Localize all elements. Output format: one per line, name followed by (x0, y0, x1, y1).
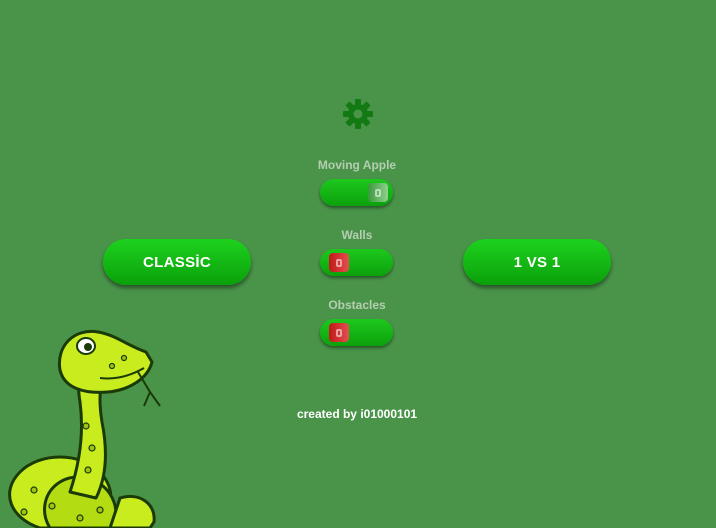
walls-label: Walls (341, 228, 373, 242)
credit-text: created by i01000101 (296, 407, 418, 421)
moving-apple-toggle[interactable] (320, 179, 393, 206)
toggle-knob (329, 323, 349, 342)
toggle-knob (329, 253, 349, 272)
versus-mode-button[interactable]: 1 VS 1 (463, 239, 611, 285)
obstacles-label: Obstacles (328, 298, 386, 312)
gear-icon[interactable] (342, 98, 374, 130)
toggle-knob (368, 183, 388, 202)
walls-toggle[interactable] (320, 249, 393, 276)
snake-mascot-image (0, 322, 170, 528)
moving-apple-label: Moving Apple (317, 158, 397, 172)
obstacles-toggle[interactable] (320, 319, 393, 346)
classic-mode-button[interactable]: CLASSİC (103, 239, 251, 285)
